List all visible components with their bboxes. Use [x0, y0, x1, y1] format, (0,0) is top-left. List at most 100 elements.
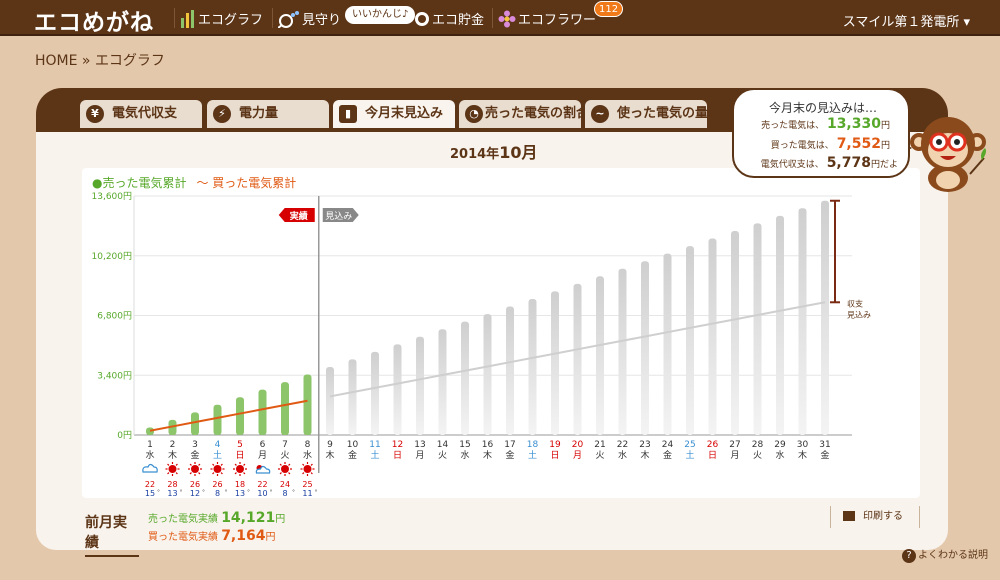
weekday-label: 木 — [325, 449, 334, 461]
weekday-label: 木 — [483, 449, 492, 461]
forecast-sold-bar — [573, 283, 582, 435]
temp-high: 22 — [145, 480, 155, 489]
tab-power-amount[interactable]: ⚡ 電力量 — [207, 100, 329, 128]
sold-bar — [236, 397, 244, 435]
degree-mark: ° — [247, 489, 250, 496]
sun-icon — [236, 465, 244, 473]
degree-mark: ° — [157, 489, 160, 496]
chevron-down-icon: ▾ — [963, 15, 970, 30]
help-link[interactable]: ? よくわかる説明 — [902, 546, 988, 563]
forecast-sold-bar — [528, 298, 537, 435]
previous-bought: 買った電気実績 7,164円 — [148, 528, 275, 544]
print-button[interactable]: 印刷する — [830, 506, 920, 528]
weekday-label: 金 — [663, 449, 672, 461]
degree-mark: ° — [292, 489, 295, 496]
degree-mark: ° — [225, 489, 228, 496]
coin-icon — [415, 11, 429, 26]
temp-low: 8 — [282, 489, 287, 498]
breadcrumb[interactable]: HOME » エコグラフ — [35, 50, 165, 70]
temp-high: 18 — [235, 480, 245, 489]
temp-low: 15 — [145, 489, 155, 498]
temp-high: 22 — [257, 480, 267, 489]
weekday-label: 水 — [775, 449, 784, 461]
day-label: 29 — [774, 440, 786, 450]
day-label: 1 — [147, 440, 153, 450]
nav-eco-savings[interactable]: エコ貯金 — [414, 9, 484, 29]
degree-mark: ° — [315, 489, 318, 496]
temp-low: 12 — [190, 489, 200, 498]
day-label: 2 — [170, 440, 176, 450]
forecast-sold-bar — [483, 314, 492, 435]
previous-sold: 売った電気実績 14,121円 — [148, 510, 285, 526]
previous-sold-label: 売った電気実績 — [148, 514, 218, 525]
forecast-sold-bar — [731, 230, 739, 435]
month-month: 10月 — [499, 143, 538, 162]
forecast-sold-bar — [641, 261, 649, 435]
sun-icon — [213, 465, 222, 473]
day-label: 5 — [237, 440, 243, 450]
sold-bar — [303, 374, 312, 435]
previous-bought-label: 買った電気実績 — [148, 532, 218, 543]
actual-tag-label: 実績 — [290, 210, 308, 222]
sun-ray — [279, 463, 282, 466]
weekday-label: 木 — [640, 449, 649, 461]
tab-label: 使った電気の量 — [617, 106, 707, 121]
degree-mark: ° — [270, 489, 273, 496]
sun-ray — [167, 472, 170, 475]
forecast-title: 今月末の見込みは… — [768, 101, 877, 115]
monkey-mascot-icon — [910, 117, 986, 192]
sun-ray — [279, 472, 282, 475]
sun-ray — [234, 472, 237, 475]
day-label: 15 — [459, 440, 470, 450]
day-label: 11 — [369, 440, 380, 450]
forecast-bought-label: 買った電気は、 — [770, 141, 834, 151]
day-label: 13 — [414, 440, 425, 450]
temp-high: 28 — [167, 480, 177, 489]
yen-unit: 円 — [265, 532, 276, 543]
weekday-label: 土 — [685, 449, 694, 461]
nav-eco-flower[interactable]: エコフラワー — [498, 9, 596, 29]
tab-sold-ratio[interactable]: ◔ 売った電気の割合 — [459, 100, 581, 128]
sun-ray — [167, 463, 170, 466]
day-label: 4 — [215, 440, 221, 450]
forecast-sold-bar — [821, 200, 829, 435]
nav-separator — [492, 8, 493, 28]
temp-high: 26 — [190, 480, 200, 489]
forecast-sold-bar — [618, 268, 627, 435]
forecast-sold-bar — [461, 321, 469, 435]
forecast-sold-bar — [393, 344, 402, 435]
yen-unit: 円 — [880, 121, 890, 131]
weekday-label: 土 — [213, 449, 222, 461]
app-logo[interactable]: エコめがね — [34, 3, 154, 37]
forecast-sold-label: 売った電気は、 — [761, 121, 825, 131]
degree-mark: ° — [202, 489, 205, 496]
temp-high: 26 — [212, 480, 222, 489]
weekday-label: 日 — [708, 450, 717, 461]
sun-ray — [198, 463, 201, 466]
nav-label: エコグラフ — [198, 13, 264, 28]
forecast-bought-value: 7,552 — [836, 136, 881, 152]
temp-high: 24 — [280, 480, 290, 489]
forecast-sold-bar — [708, 238, 717, 435]
day-label: 25 — [684, 440, 695, 450]
weekday-label: 水 — [303, 449, 312, 461]
day-label: 30 — [797, 440, 809, 450]
tab-month-end-forecast[interactable]: ▮ 今月末見込み — [333, 100, 455, 128]
day-label: 19 — [549, 440, 561, 450]
forecast-sold-bar — [798, 208, 807, 435]
tab-electricity-balance[interactable]: ¥ 電気代収支 — [80, 100, 202, 128]
weekday-label: 火 — [753, 450, 762, 461]
weekday-label: 水 — [618, 449, 627, 461]
flower-icon — [498, 10, 516, 27]
yen-unit: 円 — [275, 514, 286, 525]
nav-eco-graph[interactable]: エコグラフ — [180, 9, 263, 29]
nav-mimamori[interactable]: 見守り — [278, 9, 341, 29]
plant-selector[interactable]: スマイル第１発電所 ▾ — [843, 11, 970, 30]
sun-ray — [189, 472, 192, 475]
tab-used-amount[interactable]: ∼ 使った電気の量 — [585, 100, 707, 128]
temp-low: 13 — [167, 489, 177, 498]
sun-ray — [212, 463, 215, 466]
sun-ray — [302, 463, 305, 466]
day-label: 26 — [707, 440, 719, 450]
yen-icon: ¥ — [86, 104, 104, 123]
